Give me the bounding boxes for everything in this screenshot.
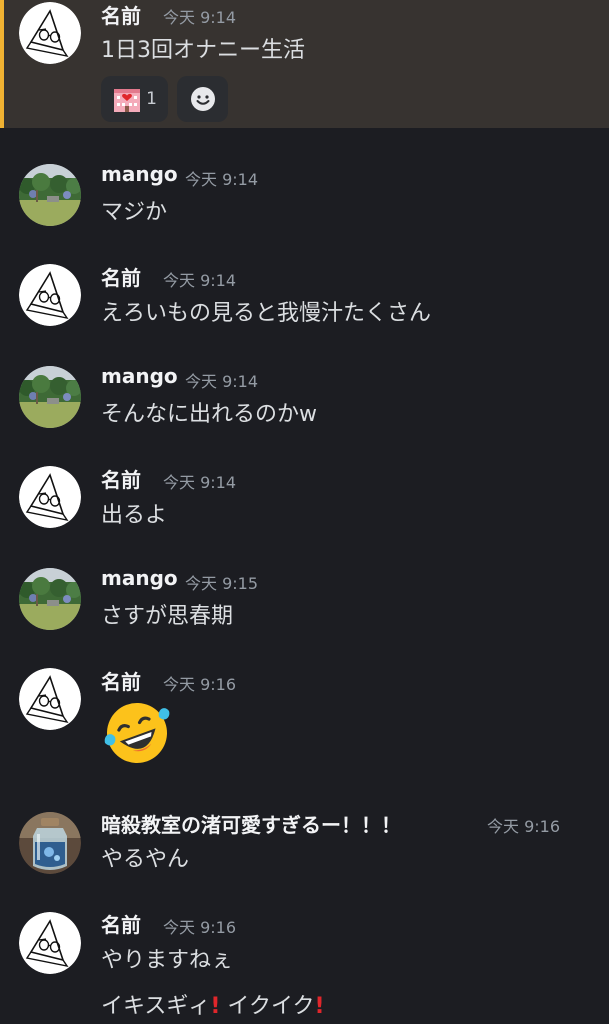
- message-timestamp: 今天 9:14: [185, 372, 259, 391]
- message-username[interactable]: 名前: [101, 262, 141, 291]
- avatar-doodle[interactable]: [19, 912, 81, 974]
- message-text: 1日3回オナニー生活: [101, 38, 305, 63]
- avatar-garden-photo[interactable]: [19, 164, 81, 226]
- avatar-jar[interactable]: [19, 812, 81, 874]
- reaction-hospital-emoji[interactable]: 1: [101, 76, 168, 122]
- avatar-garden-photo[interactable]: [19, 568, 81, 630]
- highlighted-message-bar: [0, 0, 4, 128]
- message-timestamp: 今天 9:16: [487, 817, 561, 836]
- message-username[interactable]: mango: [101, 364, 178, 388]
- message-username[interactable]: 名前: [101, 0, 141, 29]
- avatar-doodle[interactable]: [19, 2, 81, 64]
- message-text: そんなに出れるのかw: [101, 402, 317, 427]
- message-text: 出るよ: [101, 503, 168, 528]
- add-reaction-smiley-icon: [190, 87, 215, 111]
- avatar-doodle[interactable]: [19, 668, 81, 730]
- message-timestamp: 今天 9:14: [185, 170, 259, 189]
- red-exclamation-icon: !: [314, 994, 325, 1019]
- red-exclamation-icon: !: [210, 994, 221, 1019]
- add-reaction-button[interactable]: [177, 76, 228, 122]
- message-timestamp: 今天 9:14: [163, 271, 237, 290]
- avatar-garden-photo[interactable]: [19, 366, 81, 428]
- rolling-on-floor-laughing-emoji: [104, 703, 170, 763]
- message-username[interactable]: 名前: [101, 464, 141, 493]
- message-text: マジか: [101, 200, 168, 225]
- message-timestamp: 今天 9:16: [163, 675, 237, 694]
- message-text: やるやん: [101, 847, 190, 872]
- message-text-part: イクイク: [220, 994, 315, 1019]
- message-text-part: イキスギィ: [101, 994, 211, 1019]
- reaction-count: 1: [146, 89, 157, 109]
- message-username[interactable]: mango: [101, 162, 178, 186]
- message-timestamp: 今天 9:16: [163, 918, 237, 937]
- message-timestamp: 今天 9:15: [185, 574, 259, 593]
- message-timestamp: 今天 9:14: [163, 8, 237, 27]
- highlighted-message-background: [0, 0, 609, 128]
- message-text: さすが思春期: [101, 604, 234, 629]
- message-text-followup: イキスギィ! イクイク!: [101, 988, 325, 1020]
- message-username[interactable]: 名前: [101, 666, 141, 695]
- message-text: やりますねぇ: [101, 948, 234, 973]
- chat-message-list[interactable]: 名前 今天 9:14 1日3回オナニー生活 1 mango 今天 9:14 マジ…: [0, 0, 609, 1024]
- message-username[interactable]: 名前: [101, 909, 141, 938]
- message-timestamp: 今天 9:14: [163, 473, 237, 492]
- message-username[interactable]: 暗殺教室の渚可愛すぎるー！！！: [101, 809, 401, 838]
- message-username[interactable]: mango: [101, 566, 178, 590]
- hospital-love-emoji: [114, 89, 141, 112]
- message-text: えろいもの見ると我慢汁たくさん: [101, 301, 432, 326]
- avatar-doodle[interactable]: [19, 264, 81, 326]
- avatar-doodle[interactable]: [19, 466, 81, 528]
